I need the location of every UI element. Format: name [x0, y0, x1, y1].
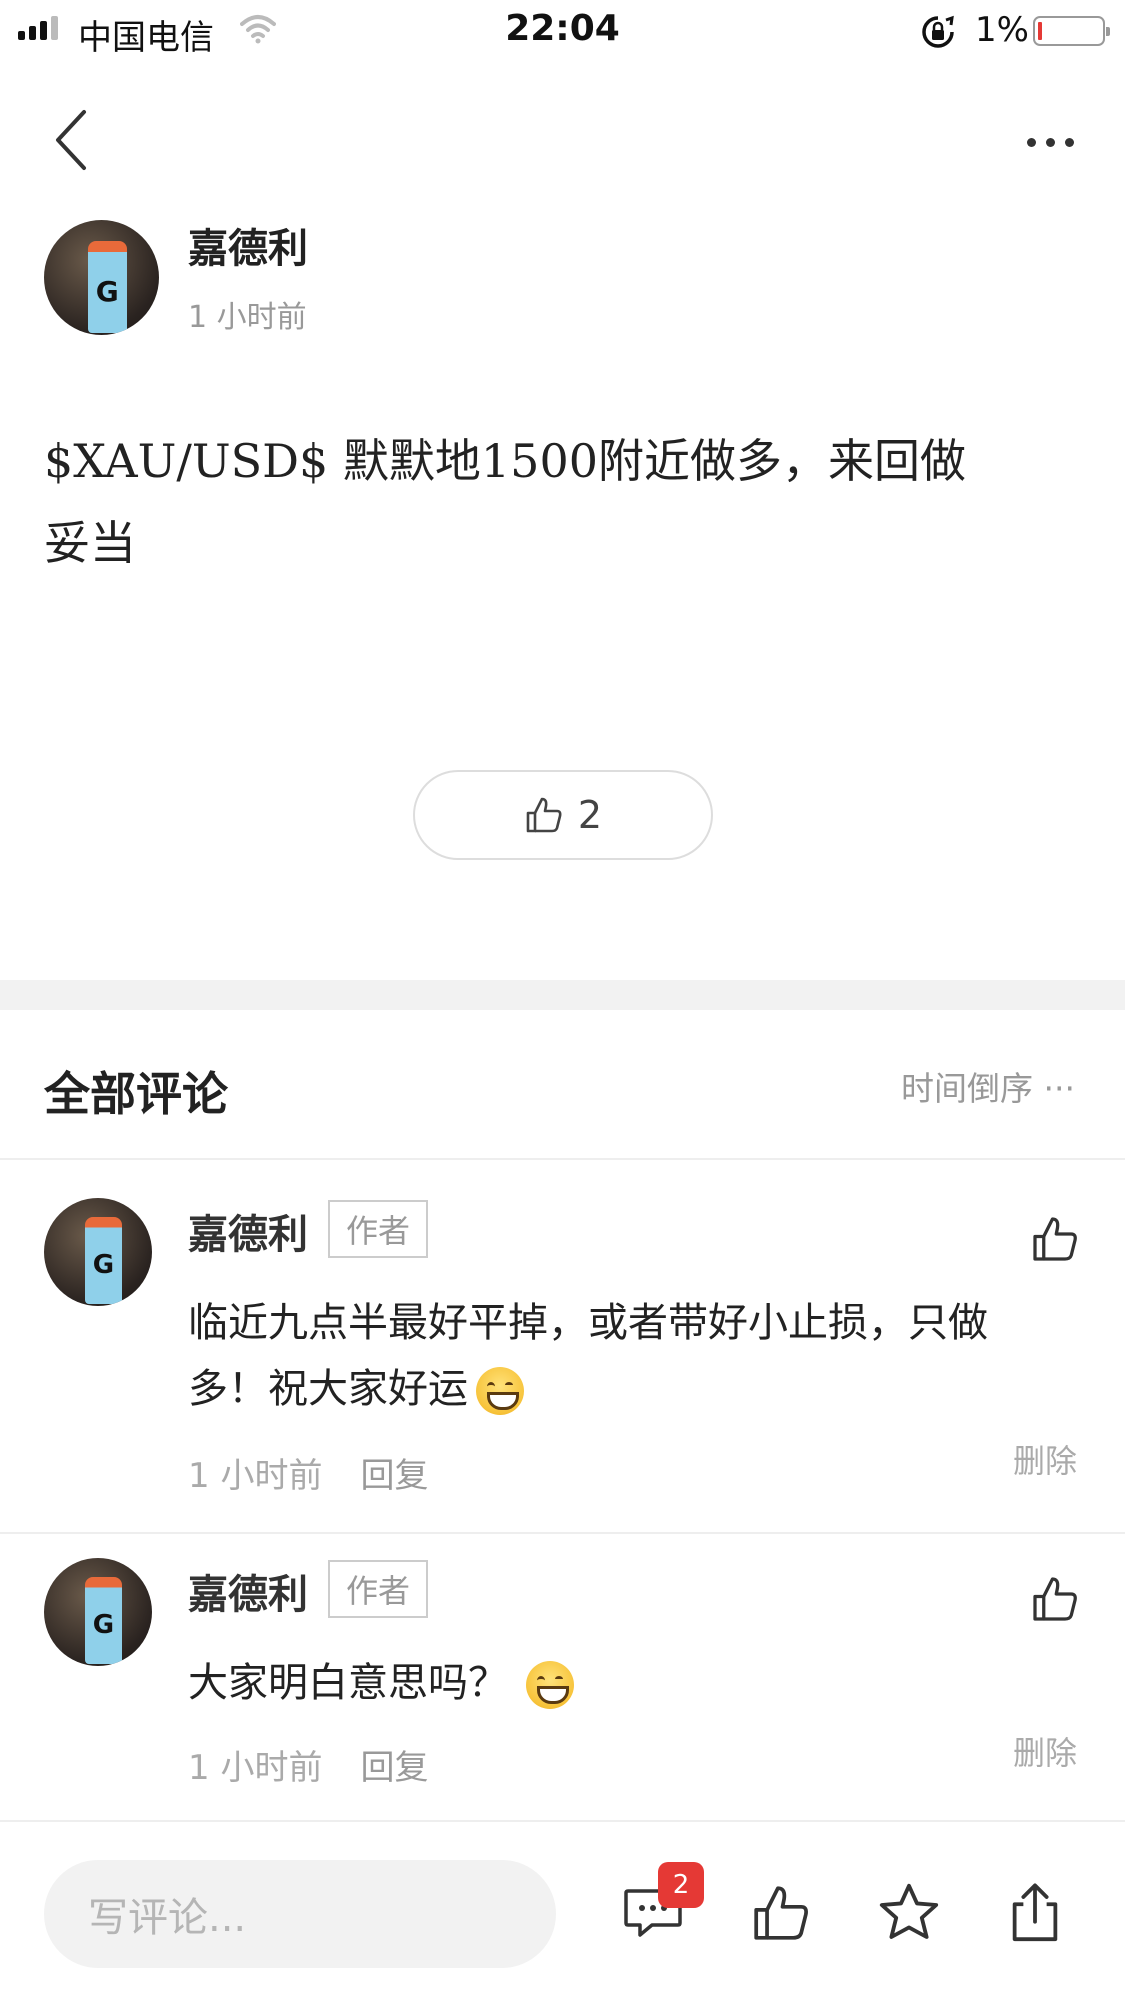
section-divider — [0, 980, 1125, 1010]
share-icon — [1012, 1883, 1058, 1942]
reply-button[interactable]: 回复 — [360, 1740, 428, 1789]
comment-author[interactable]: 嘉德利 — [188, 1202, 308, 1260]
comment-divider — [0, 1532, 1125, 1534]
avatar[interactable]: G — [44, 1558, 152, 1666]
orientation-lock-icon — [920, 14, 956, 54]
comment-text-line: 多！祝大家好运 — [188, 1356, 1048, 1422]
comment-like-icon[interactable] — [1030, 1214, 1080, 1264]
comment-item: G 嘉德利 作者 大家明白意思吗？ 1 小时前 回复 删除 — [0, 1540, 1125, 1820]
share-button[interactable] — [1002, 1880, 1068, 1946]
comment-item: G 嘉德利 作者 临近九点半最好平掉，或者带好小止损，只做 多！祝大家好运 1 … — [0, 1180, 1125, 1530]
reply-button[interactable]: 回复 — [360, 1448, 428, 1497]
post-timestamp: 1 小时前 — [188, 300, 307, 335]
post-body: $XAU/USD$ 默默地1500附近做多，来回做 妥当 — [44, 420, 1084, 584]
star-icon — [879, 1883, 939, 1939]
thumbs-up-icon — [526, 797, 562, 833]
bottom-action-bar: 写评论... 2 — [0, 1820, 1125, 2001]
back-button[interactable] — [40, 100, 100, 180]
status-time: 22:04 — [505, 8, 620, 49]
comment-author[interactable]: 嘉德利 — [188, 1562, 308, 1620]
status-bar: 中国电信 22:04 1% — [0, 0, 1125, 62]
chevron-left-icon — [56, 110, 86, 170]
comment-text-line: 大家明白意思吗？ — [188, 1650, 1048, 1716]
avatar-logo: G — [92, 1609, 115, 1640]
battery-level-fill — [1038, 22, 1042, 40]
comment-like-icon[interactable] — [1030, 1574, 1080, 1624]
post-author-name[interactable]: 嘉德利 — [188, 216, 308, 274]
battery-percent: 1% — [975, 10, 1029, 50]
favorite-button[interactable] — [876, 1880, 942, 1946]
post-like-button[interactable]: 2 — [413, 770, 713, 860]
avatar[interactable]: G — [44, 220, 159, 335]
grinning-face-emoji — [476, 1367, 524, 1415]
battery-icon — [1033, 16, 1110, 46]
comments-button[interactable]: 2 — [620, 1862, 704, 1946]
top-nav — [0, 62, 1125, 212]
comments-header: 全部评论 时间倒序 ··· — [0, 1010, 1125, 1160]
comment-text-span: 多！祝大家好运 — [188, 1366, 468, 1412]
comment-timestamp: 1 小时前 — [188, 1748, 323, 1788]
grinning-face-emoji — [526, 1661, 574, 1709]
comment-text-span: 大家明白意思吗？ — [188, 1660, 508, 1706]
comment-text: 大家明白意思吗？ — [188, 1650, 1048, 1716]
delete-button[interactable]: 删除 — [1013, 1436, 1077, 1482]
author-badge: 作者 — [328, 1200, 428, 1258]
more-options-button[interactable] — [1010, 122, 1090, 162]
delete-button[interactable]: 删除 — [1013, 1728, 1077, 1774]
post-body-line: $XAU/USD$ 默默地1500附近做多，来回做 — [44, 434, 966, 488]
more-horizontal-icon — [1026, 137, 1036, 147]
comment-input[interactable]: 写评论... — [44, 1860, 556, 1968]
post-body-line: 妥当 — [44, 516, 136, 570]
comments-title: 全部评论 — [44, 1067, 228, 1121]
avatar-logo: G — [92, 1249, 115, 1280]
post-author-header: G 嘉德利 1 小时前 — [0, 212, 1125, 352]
post-like-count: 2 — [577, 793, 603, 837]
thumbs-up-icon — [754, 1886, 808, 1940]
comment-meta: 1 小时前 回复 — [188, 1740, 428, 1789]
comment-text-line: 临近九点半最好平掉，或者带好小止损，只做 — [188, 1300, 988, 1346]
comment-meta: 1 小时前 回复 — [188, 1448, 428, 1497]
avatar-logo: G — [95, 275, 119, 309]
sort-order-button[interactable]: 时间倒序 ··· — [901, 1062, 1075, 1110]
comment-count-badge: 2 — [658, 1862, 704, 1908]
comment-timestamp: 1 小时前 — [188, 1456, 323, 1496]
avatar[interactable]: G — [44, 1198, 152, 1306]
comment-text: 临近九点半最好平掉，或者带好小止损，只做 多！祝大家好运 — [188, 1290, 1048, 1422]
author-badge: 作者 — [328, 1560, 428, 1618]
like-button[interactable] — [748, 1880, 814, 1946]
